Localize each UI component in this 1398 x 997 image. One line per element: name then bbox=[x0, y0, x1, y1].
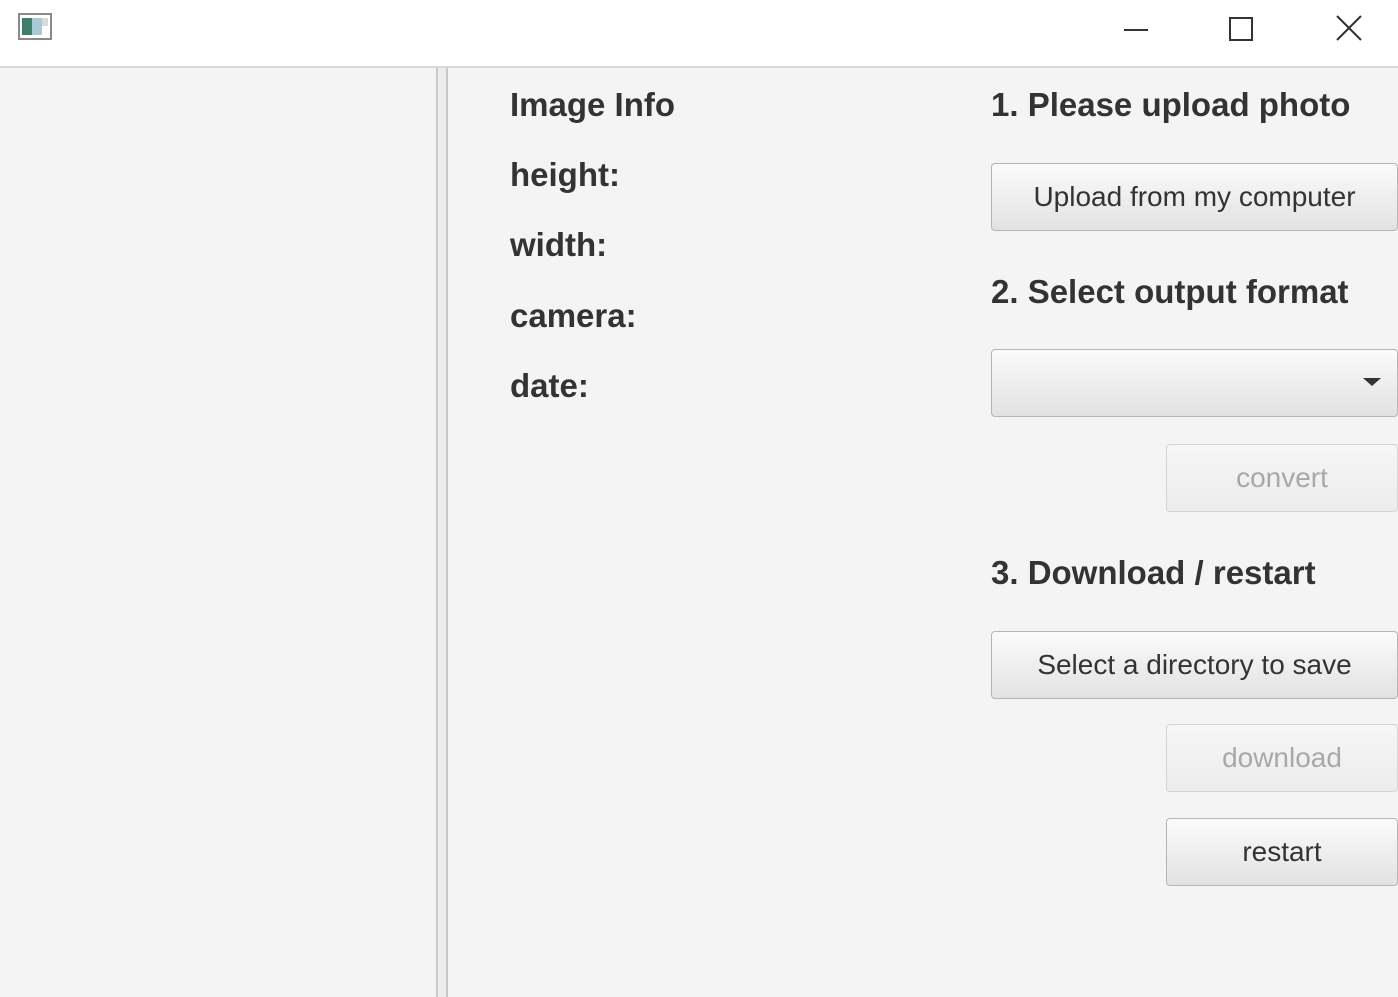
minimize-icon bbox=[1124, 29, 1148, 31]
height-label: height: bbox=[510, 156, 620, 193]
title-bar bbox=[0, 0, 1398, 68]
download-step-title: 3. Download / restart bbox=[991, 554, 1316, 591]
select-directory-button[interactable]: Select a directory to save bbox=[991, 631, 1398, 699]
restart-button[interactable]: restart bbox=[1166, 818, 1398, 886]
format-step-title: 2. Select output format bbox=[991, 273, 1349, 310]
image-preview-pane bbox=[0, 68, 436, 997]
date-label: date: bbox=[510, 367, 589, 404]
output-format-select[interactable] bbox=[991, 349, 1398, 417]
app-icon bbox=[18, 13, 52, 40]
download-button[interactable]: download bbox=[1166, 724, 1398, 792]
convert-button[interactable]: convert bbox=[1166, 444, 1398, 512]
width-label: width: bbox=[510, 226, 608, 263]
close-button[interactable] bbox=[1295, 0, 1398, 60]
maximize-button[interactable] bbox=[1189, 0, 1296, 60]
image-info-heading: Image Info bbox=[510, 86, 676, 123]
close-icon bbox=[1336, 15, 1362, 41]
upload-step-title: 1. Please upload photo bbox=[991, 86, 1351, 123]
camera-label: camera: bbox=[510, 297, 637, 334]
app-window: Image Info height: width: camera: date: … bbox=[0, 0, 1398, 997]
split-pane-divider[interactable] bbox=[436, 68, 448, 997]
maximize-icon bbox=[1229, 17, 1253, 41]
upload-button[interactable]: Upload from my computer bbox=[991, 163, 1398, 231]
chevron-down-icon bbox=[1363, 378, 1381, 386]
minimize-button[interactable] bbox=[1082, 0, 1189, 60]
